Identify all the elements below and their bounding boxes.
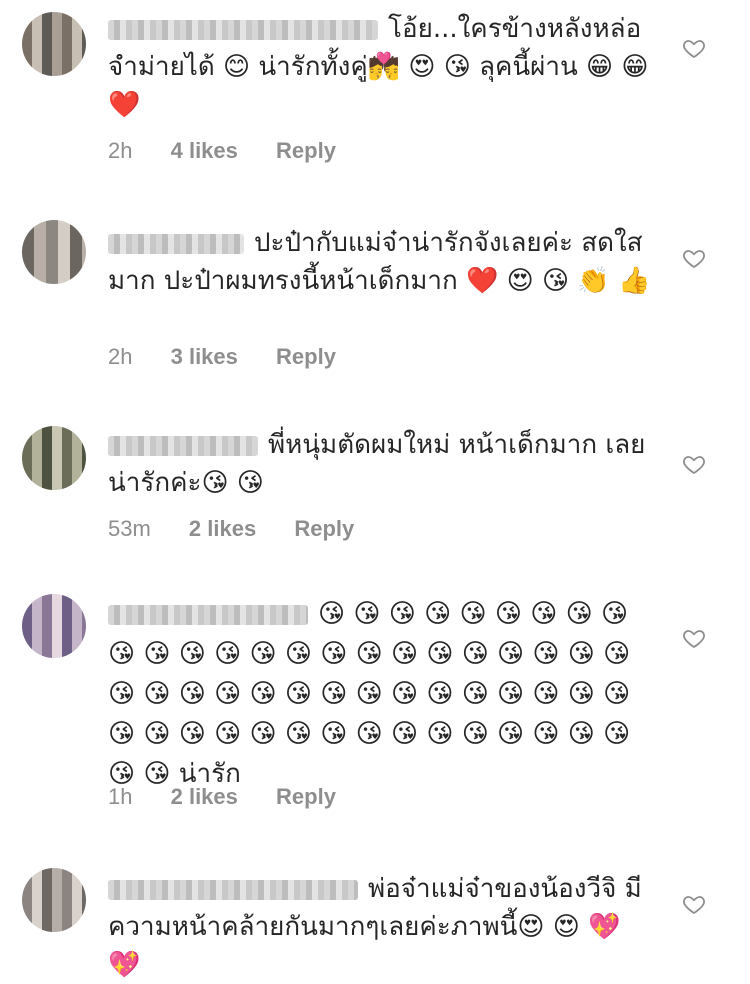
avatar[interactable] [22,594,86,658]
comment-time: 2h [108,138,133,163]
avatar[interactable] [22,868,86,932]
reply-button[interactable]: Reply [276,138,336,163]
comment-body: ปะป๋ากับแม่จ๋าน่ารักจังเลยค่ะ สดใสมาก ปะ… [108,224,654,300]
blurred-username[interactable] [108,604,308,625]
heart-outline-icon[interactable] [682,452,706,476]
avatar[interactable] [22,220,86,284]
comment-time: 1h [108,784,133,809]
comment-text: 😘 😘 😘 😘 😘 😘 😘 😘 😘 😘 😘 😘 😘 😘 😘 😘 😘 😘 😘 😘 … [108,599,631,789]
comment-body: พี่หนุ่มตัดผมใหม่ หน้าเด็กมาก เลย น่ารัก… [108,426,654,502]
heart-outline-icon[interactable] [682,246,706,270]
avatar[interactable] [22,426,86,490]
likes-count[interactable]: 4 likes [171,138,238,163]
comment-meta: 1h 2 likes Reply [108,784,368,810]
heart-outline-icon[interactable] [682,892,706,916]
comment-body: โอ้ย...ใครข้างหลังหล่อจำม่ายได้ 😊 น่ารัก… [108,10,654,124]
likes-count[interactable]: 2 likes [171,784,238,809]
comment-meta: 2h 3 likes Reply [108,344,368,370]
comment-meta: 53m 2 likes Reply [108,516,386,542]
reply-button[interactable]: Reply [276,784,336,809]
reply-button[interactable]: Reply [276,344,336,369]
comment-body: พ่อจ๋าแม่จ๋าของน้องวีจิ มีความหน้าคล้ายก… [108,870,654,984]
blurred-username[interactable] [108,19,378,40]
comment-time: 53m [108,516,151,541]
comment-meta: 2h 4 likes Reply [108,138,368,164]
avatar[interactable] [22,12,86,76]
heart-outline-icon[interactable] [682,626,706,650]
comment-time: 2h [108,344,133,369]
likes-count[interactable]: 3 likes [171,344,238,369]
blurred-username[interactable] [108,233,244,254]
heart-outline-icon[interactable] [682,36,706,60]
likes-count[interactable]: 2 likes [189,516,256,541]
reply-button[interactable]: Reply [294,516,354,541]
blurred-username[interactable] [108,879,358,900]
blurred-username[interactable] [108,435,258,456]
comment-body: 😘 😘 😘 😘 😘 😘 😘 😘 😘 😘 😘 😘 😘 😘 😘 😘 😘 😘 😘 😘 … [108,594,654,794]
